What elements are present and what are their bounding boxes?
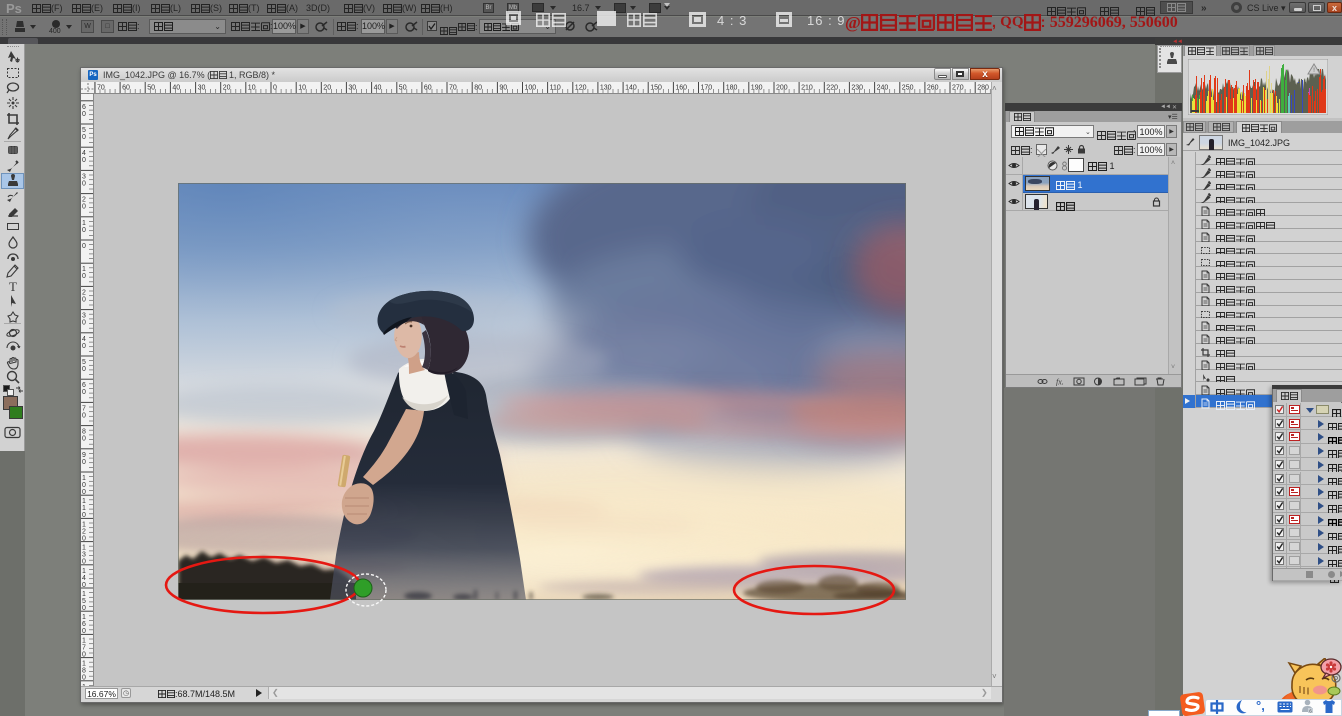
svg-text:210: 210 xyxy=(801,85,813,92)
svg-text:150: 150 xyxy=(650,85,662,92)
svg-text:1: 1 xyxy=(82,475,86,482)
svg-text:1: 1 xyxy=(82,498,86,505)
svg-text:3: 3 xyxy=(82,173,86,180)
svg-text:260: 260 xyxy=(927,85,939,92)
svg-text:5: 5 xyxy=(82,359,86,366)
svg-text:0: 0 xyxy=(82,412,86,419)
svg-text:60: 60 xyxy=(122,85,130,92)
svg-text:7: 7 xyxy=(82,644,86,651)
svg-text:3: 3 xyxy=(82,313,86,320)
svg-text:1: 1 xyxy=(82,545,86,552)
svg-text:0: 0 xyxy=(82,459,86,466)
svg-text:9: 9 xyxy=(82,452,86,459)
svg-text:fx.: fx. xyxy=(1056,378,1064,387)
svg-text:0: 0 xyxy=(82,157,86,164)
svg-text:5: 5 xyxy=(82,598,86,605)
svg-text:7: 7 xyxy=(82,405,86,412)
svg-text:0: 0 xyxy=(82,227,86,234)
svg-text:6: 6 xyxy=(82,621,86,628)
svg-text:140: 140 xyxy=(625,85,637,92)
svg-text:0: 0 xyxy=(273,85,277,92)
svg-text:110: 110 xyxy=(550,85,561,92)
svg-text:70: 70 xyxy=(449,85,457,92)
svg-text:0: 0 xyxy=(82,204,86,211)
svg-text:6: 6 xyxy=(82,104,86,111)
svg-text:5: 5 xyxy=(82,127,86,134)
svg-text:250: 250 xyxy=(902,85,914,92)
svg-text:80: 80 xyxy=(474,85,482,92)
svg-text:1: 1 xyxy=(82,521,86,528)
svg-text:40: 40 xyxy=(374,85,382,92)
svg-text:2: 2 xyxy=(82,197,86,204)
svg-text:1: 1 xyxy=(82,614,86,621)
svg-text:60: 60 xyxy=(424,85,432,92)
svg-text:8: 8 xyxy=(82,668,86,675)
svg-text:!: ! xyxy=(1313,67,1315,74)
svg-text:T: T xyxy=(9,279,17,294)
svg-text:90: 90 xyxy=(499,85,507,92)
svg-text:1: 1 xyxy=(82,505,86,512)
svg-text:120: 120 xyxy=(575,85,587,92)
svg-text:0: 0 xyxy=(82,366,86,373)
svg-text:170: 170 xyxy=(701,85,713,92)
svg-text:20: 20 xyxy=(223,85,231,92)
svg-text:180: 180 xyxy=(726,85,738,92)
svg-text:30: 30 xyxy=(198,85,206,92)
svg-text:50: 50 xyxy=(147,85,155,92)
svg-text:1: 1 xyxy=(82,661,86,668)
svg-text:1: 1 xyxy=(82,266,86,273)
svg-text:0: 0 xyxy=(82,343,86,350)
svg-text:0: 0 xyxy=(82,296,86,303)
svg-text:160: 160 xyxy=(675,85,687,92)
svg-text:190: 190 xyxy=(751,85,763,92)
svg-text:4: 4 xyxy=(82,575,86,582)
svg-text:8: 8 xyxy=(82,429,86,436)
svg-text:2: 2 xyxy=(82,289,86,296)
svg-text:2: 2 xyxy=(82,528,86,535)
svg-text:0: 0 xyxy=(82,273,86,280)
svg-text:0: 0 xyxy=(82,482,86,489)
svg-text:0: 0 xyxy=(82,180,86,187)
svg-text:1: 1 xyxy=(82,220,86,227)
svg-text:280: 280 xyxy=(977,85,989,92)
svg-text:10: 10 xyxy=(248,85,256,92)
svg-text:0: 0 xyxy=(82,134,86,141)
svg-text:20: 20 xyxy=(323,85,331,92)
svg-text:130: 130 xyxy=(600,85,612,92)
svg-text:10: 10 xyxy=(298,85,306,92)
svg-text:70: 70 xyxy=(97,85,105,92)
svg-text:270: 270 xyxy=(952,85,964,92)
svg-text:200: 200 xyxy=(776,85,788,92)
svg-text:1: 1 xyxy=(82,591,86,598)
svg-text:40: 40 xyxy=(172,85,180,92)
svg-text:3: 3 xyxy=(82,552,86,559)
svg-text:1: 1 xyxy=(82,637,86,644)
svg-text:220: 220 xyxy=(826,85,838,92)
svg-text:4: 4 xyxy=(82,150,86,157)
svg-text:100: 100 xyxy=(525,85,537,92)
svg-text:230: 230 xyxy=(851,85,863,92)
svg-text:0: 0 xyxy=(82,436,86,443)
svg-text:1: 1 xyxy=(82,568,86,575)
svg-text:50: 50 xyxy=(399,85,407,92)
svg-text:0: 0 xyxy=(82,111,86,118)
svg-text:0: 0 xyxy=(82,320,86,327)
svg-text:240: 240 xyxy=(877,85,889,92)
svg-text:0: 0 xyxy=(82,389,86,396)
svg-text:30: 30 xyxy=(348,85,356,92)
svg-text:0: 0 xyxy=(82,243,86,250)
svg-text:4: 4 xyxy=(82,336,86,343)
svg-text:6: 6 xyxy=(82,382,86,389)
